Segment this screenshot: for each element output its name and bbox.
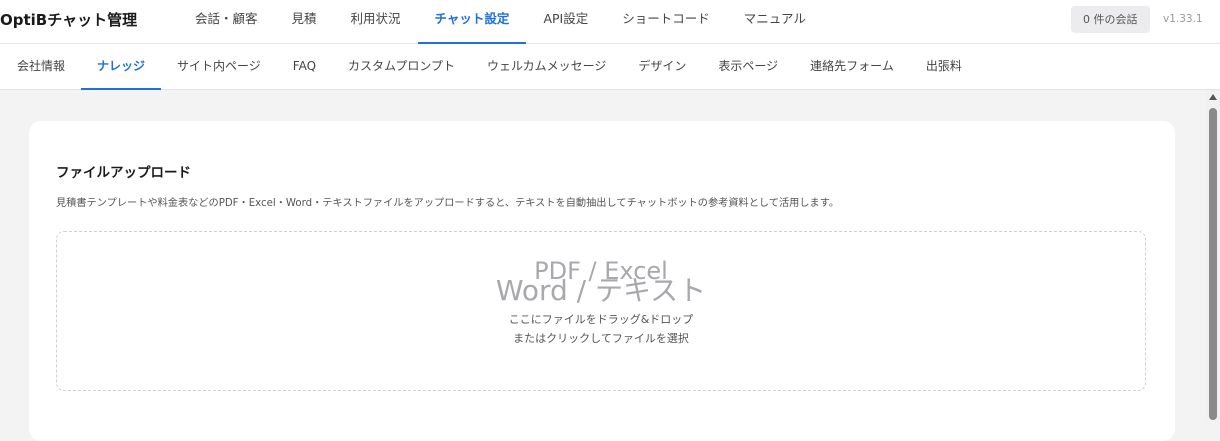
top-nav-quotes[interactable]: 見積	[275, 0, 334, 44]
scroll-thumb[interactable]	[1209, 108, 1217, 420]
top-nav-manual[interactable]: マニュアル	[727, 0, 823, 44]
tab-design[interactable]: デザイン	[622, 44, 702, 90]
top-nav-usage[interactable]: 利用状況	[334, 0, 418, 44]
top-nav-api-settings[interactable]: API設定	[526, 0, 605, 44]
file-types-icon: PDF / Excel Word / テキスト	[57, 258, 1145, 308]
top-nav-chat-settings[interactable]: チャット設定	[417, 0, 527, 44]
tab-site-pages[interactable]: サイト内ページ	[161, 44, 277, 90]
dropzone-hint-click: またはクリックしてファイルを選択	[513, 332, 689, 345]
tab-display-pages[interactable]: 表示ページ	[702, 44, 794, 90]
conversation-count-badge[interactable]: 0 件の会話	[1071, 6, 1150, 33]
scroll-up-arrow-icon[interactable]	[1209, 94, 1217, 100]
tab-faq[interactable]: FAQ	[277, 44, 332, 90]
top-nav-shortcode[interactable]: ショートコード	[605, 0, 727, 44]
version-label: v1.33.1	[1163, 13, 1203, 25]
top-bar: OptiBチャット管理 会話・顧客 見積 利用状況 チャット設定 API設定 シ…	[0, 0, 1220, 44]
settings-tabs: 会社情報 ナレッジ サイト内ページ FAQ カスタムプロンプト ウェルカムメッセ…	[0, 44, 978, 90]
tab-knowledge[interactable]: ナレッジ	[81, 44, 162, 90]
app-title: OptiBチャット管理	[0, 11, 138, 29]
tab-custom-prompt[interactable]: カスタムプロンプト	[332, 44, 471, 90]
tab-travel-fee[interactable]: 出張料	[910, 44, 978, 90]
top-nav: 会話・顧客 見積 利用状況 チャット設定 API設定 ショートコード マニュアル	[178, 0, 823, 44]
tab-contact-form[interactable]: 連絡先フォーム	[794, 44, 910, 90]
upload-card: ファイルアップロード 見積書テンプレートや料金表などのPDF・Excel・Wor…	[29, 121, 1175, 441]
tab-company-info[interactable]: 会社情報	[1, 44, 81, 90]
file-types-line2: Word / テキスト	[495, 274, 707, 307]
dropzone-hint-drag: ここにファイルをドラッグ&ドロップ	[508, 313, 694, 326]
section-description: 見積書テンプレートや料金表などのPDF・Excel・Word・テキストファイルを…	[56, 198, 840, 209]
tab-welcome-message[interactable]: ウェルカムメッセージ	[471, 44, 622, 90]
section-title: ファイルアップロード	[56, 165, 191, 181]
top-nav-conversations[interactable]: 会話・顧客	[178, 0, 275, 44]
page-scrollbar[interactable]	[1206, 90, 1220, 420]
sub-bar: 会社情報 ナレッジ サイト内ページ FAQ カスタムプロンプト ウェルカムメッセ…	[0, 44, 1220, 90]
file-dropzone[interactable]: PDF / Excel Word / テキスト ここにファイルをドラッグ&ドロッ…	[56, 231, 1146, 391]
